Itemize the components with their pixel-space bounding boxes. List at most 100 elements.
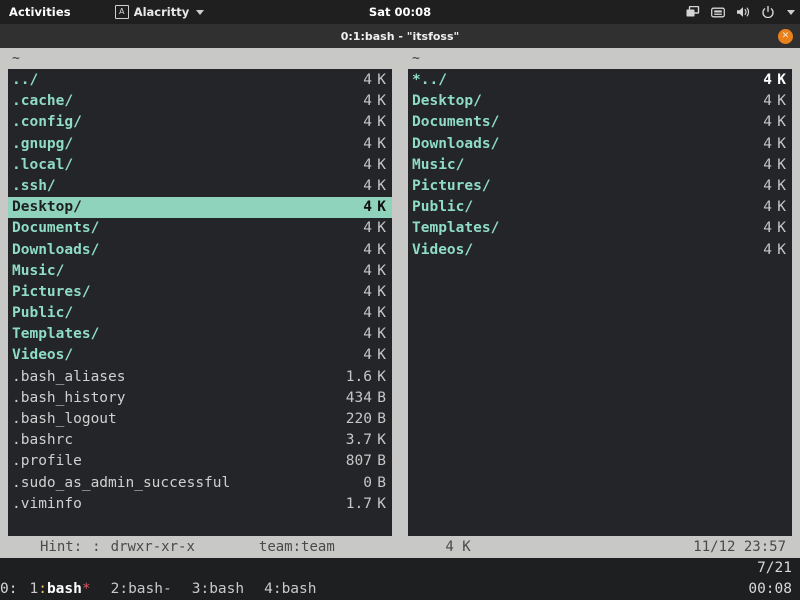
left-pane-filelist[interactable]: ../4K.cache/4K.config/4K.gnupg/4K.local/…	[8, 69, 392, 536]
terminal-viewport[interactable]: ~ ../4K.cache/4K.config/4K.gnupg/4K.loca…	[0, 48, 800, 600]
file-name: .gnupg/	[12, 134, 332, 155]
tmux-window-3[interactable]: 3:bash	[192, 579, 244, 600]
file-row[interactable]: Downloads/4K	[8, 240, 392, 261]
file-size-cell: 4K	[332, 112, 386, 133]
file-row[interactable]: Videos/4K	[408, 240, 792, 261]
file-row[interactable]: Templates/4K	[408, 218, 792, 239]
file-name: Downloads/	[412, 134, 732, 155]
tmux-session-name[interactable]: 0:	[0, 579, 17, 600]
file-row[interactable]: .gnupg/4K	[8, 134, 392, 155]
file-name: .cache/	[12, 91, 332, 112]
tmux-window-2[interactable]: 2:bash-	[111, 579, 172, 600]
file-size-cell: 4K	[332, 345, 386, 366]
app-menu-alacritty[interactable]: A Alacritty	[109, 2, 211, 22]
file-row[interactable]: .ssh/4K	[8, 176, 392, 197]
file-owner: team:team	[195, 536, 335, 558]
file-size-cell: 4K	[332, 261, 386, 282]
right-pane-path: ~	[408, 48, 792, 69]
file-row[interactable]: Public/4K	[408, 197, 792, 218]
file-size-cell: 4K	[732, 240, 786, 261]
file-row[interactable]: Videos/4K	[8, 345, 392, 366]
file-size-cell: 1.7K	[332, 494, 386, 515]
file-name: Pictures/	[12, 282, 332, 303]
file-name: Desktop/	[412, 91, 732, 112]
activities-button[interactable]: Activities	[0, 2, 81, 22]
file-row[interactable]: .profile807B	[8, 451, 392, 472]
file-row[interactable]: .bash_aliases1.6K	[8, 367, 392, 388]
app-menu-label: Alacritty	[134, 5, 190, 19]
file-row[interactable]: *../4K	[408, 70, 792, 91]
gnome-system-tray	[686, 6, 795, 18]
tmux-window-1[interactable]: 1:bash*	[29, 579, 90, 600]
file-row[interactable]: .bash_history434B	[8, 388, 392, 409]
file-row[interactable]: Pictures/4K	[8, 282, 392, 303]
file-size-cell: 4K	[332, 176, 386, 197]
file-size-cell: 4K	[332, 282, 386, 303]
left-pane-path: ~	[8, 48, 392, 69]
file-row[interactable]: Desktop/4K	[408, 91, 792, 112]
file-name: .bash_aliases	[12, 367, 332, 388]
file-size-cell: 4K	[332, 134, 386, 155]
file-size-cell: 4K	[732, 197, 786, 218]
file-row[interactable]: Documents/4K	[408, 112, 792, 133]
system-menu-chevron-down-icon[interactable]	[787, 10, 795, 15]
file-size-cell: 4K	[732, 218, 786, 239]
file-size-cell: 4K	[332, 70, 386, 91]
gnome-top-bar: Activities A Alacritty Sat 00:08	[0, 0, 800, 24]
window-titlebar: 0:1:bash - "itsfoss" ✕	[0, 24, 800, 48]
status-line: Hint: : drwxr-xr-x team:team 4 K 11/12 2…	[0, 536, 800, 558]
file-row[interactable]: .bashrc3.7K	[8, 430, 392, 451]
tmux-window-4[interactable]: 4:bash	[264, 579, 316, 600]
chevron-down-icon	[196, 10, 204, 15]
file-size-cell: 3.7K	[332, 430, 386, 451]
left-pane[interactable]: ~ ../4K.cache/4K.config/4K.gnupg/4K.loca…	[0, 48, 400, 536]
file-row[interactable]: .cache/4K	[8, 91, 392, 112]
close-icon[interactable]: ✕	[778, 29, 793, 44]
power-icon[interactable]	[762, 6, 774, 18]
file-row[interactable]: Public/4K	[8, 303, 392, 324]
file-size-cell: 1.6K	[332, 367, 386, 388]
tmux-window-list[interactable]: 1:bash* 2:bash- 3:bash 4:bash	[29, 579, 316, 600]
file-manager-panes: ~ ../4K.cache/4K.config/4K.gnupg/4K.loca…	[0, 48, 800, 536]
file-size-cell: 4K	[332, 197, 386, 218]
file-name: Templates/	[12, 324, 332, 345]
file-row[interactable]: .bash_logout220B	[8, 409, 392, 430]
file-name: .profile	[12, 451, 332, 472]
file-size-cell: 4K	[732, 91, 786, 112]
file-name: Templates/	[412, 218, 732, 239]
file-row[interactable]: .config/4K	[8, 112, 392, 133]
file-size-cell: 220B	[332, 409, 386, 430]
file-row[interactable]: Desktop/4K	[8, 197, 392, 218]
file-row[interactable]: Music/4K	[8, 261, 392, 282]
file-datetime: 11/12 23:57	[693, 536, 786, 558]
tmux-clock: 00:08	[748, 579, 792, 600]
file-row[interactable]: .local/4K	[8, 155, 392, 176]
window-title: 0:1:bash - "itsfoss"	[341, 30, 459, 43]
right-pane-filelist[interactable]: *../4K Desktop/4K Documents/4K Downloads…	[408, 69, 792, 536]
file-name: Desktop/	[12, 197, 332, 218]
file-name: .viminfo	[12, 494, 332, 515]
file-size: 4 K	[335, 536, 694, 558]
screencast-icon[interactable]	[686, 6, 700, 18]
screen: Activities A Alacritty Sat 00:08	[0, 0, 800, 600]
file-size-cell: 4K	[332, 155, 386, 176]
file-row[interactable]: ../4K	[8, 70, 392, 91]
file-row[interactable]: .sudo_as_admin_successful0B	[8, 473, 392, 494]
volume-icon[interactable]	[736, 6, 751, 18]
file-row[interactable]: .viminfo1.7K	[8, 494, 392, 515]
file-row[interactable]: Music/4K	[408, 155, 792, 176]
file-name: .sudo_as_admin_successful	[12, 473, 332, 494]
file-name: Documents/	[12, 218, 332, 239]
file-size-cell: 807B	[332, 451, 386, 472]
keyboard-icon[interactable]	[711, 7, 725, 18]
file-row[interactable]: Templates/4K	[8, 324, 392, 345]
file-row[interactable]: Documents/4K	[8, 218, 392, 239]
file-size-cell: 4K	[332, 218, 386, 239]
file-manager: ~ ../4K.cache/4K.config/4K.gnupg/4K.loca…	[0, 48, 800, 558]
file-name: Videos/	[412, 240, 732, 261]
file-name: Downloads/	[12, 240, 332, 261]
file-name: .bash_logout	[12, 409, 332, 430]
file-row[interactable]: Downloads/4K	[408, 134, 792, 155]
right-pane[interactable]: ~ *../4K Desktop/4K Documents/4K Downloa…	[400, 48, 800, 536]
file-row[interactable]: Pictures/4K	[408, 176, 792, 197]
